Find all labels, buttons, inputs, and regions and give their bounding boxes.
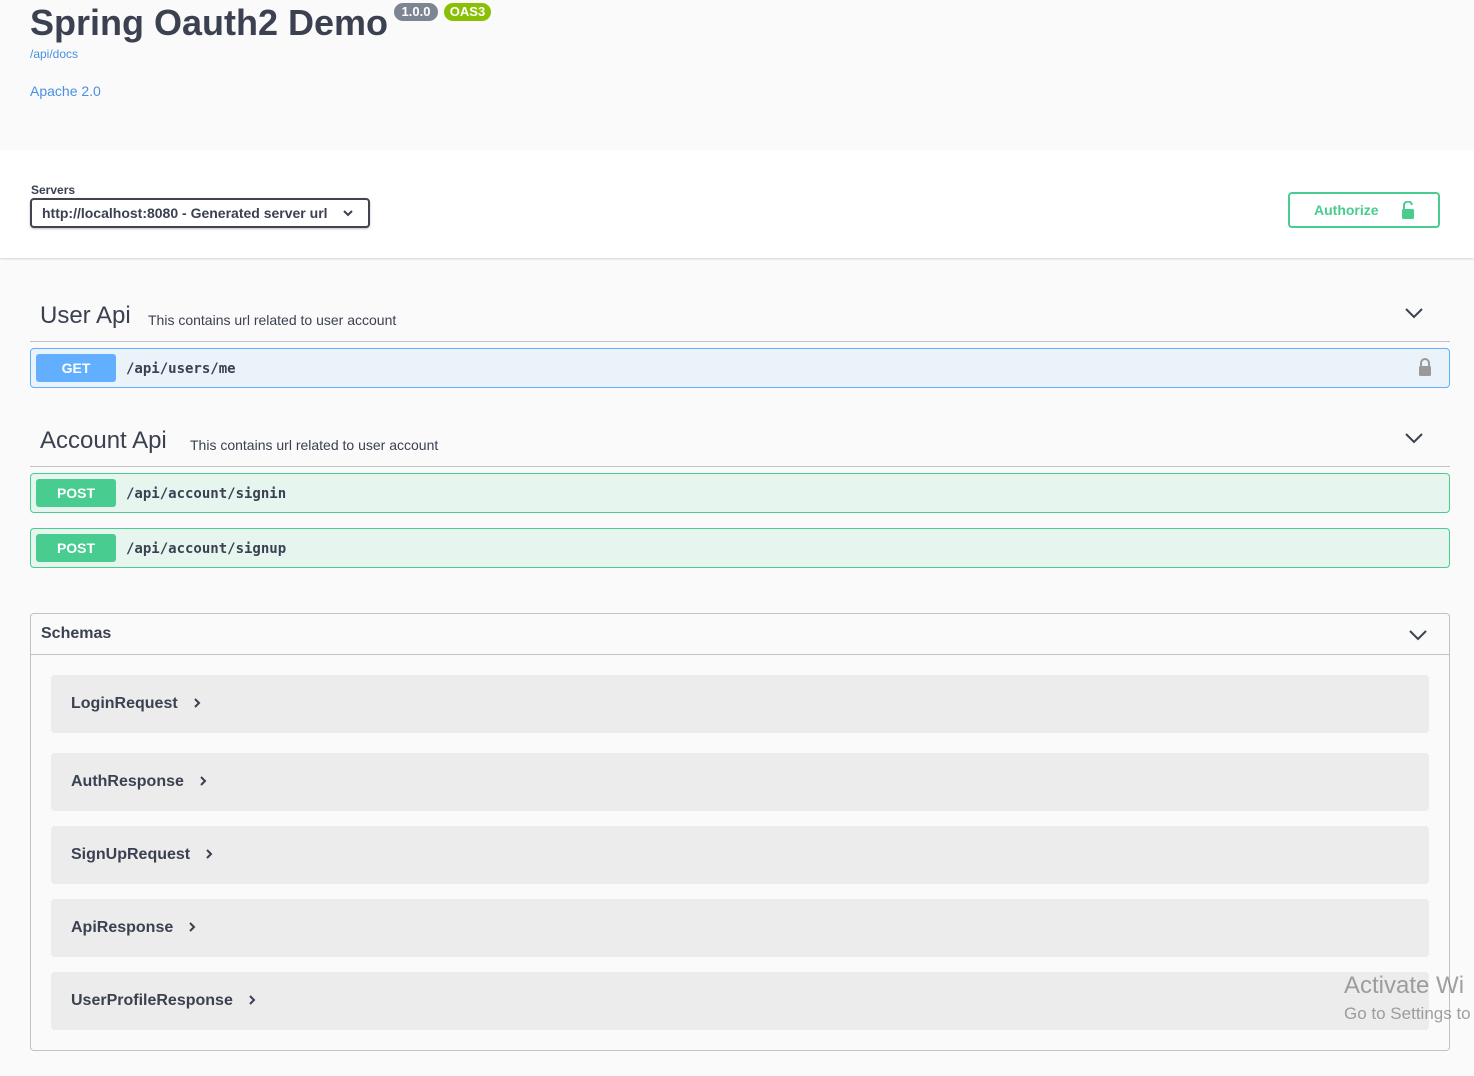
servers-selected-value: http://localhost:8080 - Generated server… bbox=[42, 205, 328, 221]
schema-model-userprofileresponse[interactable]: UserProfileResponse bbox=[51, 972, 1429, 1030]
chevron-down-icon[interactable] bbox=[1404, 431, 1424, 445]
chevron-right-icon bbox=[189, 922, 196, 932]
tag-account-api[interactable]: Account Api This contains url related to… bbox=[30, 413, 1450, 467]
servers-select[interactable]: http://localhost:8080 - Generated server… bbox=[30, 198, 370, 228]
tag-name: Account Api bbox=[40, 427, 167, 454]
info-section: Spring Oauth2 Demo 1.0.0 OAS3 /api/docs … bbox=[0, 0, 1474, 150]
method-badge-post: POST bbox=[36, 479, 116, 507]
method-badge-post: POST bbox=[36, 534, 116, 562]
schemas-title: Schemas bbox=[41, 625, 112, 642]
schema-model-label: AuthResponse bbox=[71, 773, 184, 790]
watermark-line-2: Go to Settings to bbox=[1344, 1004, 1471, 1023]
authorize-label: Authorize bbox=[1314, 202, 1379, 218]
spec-badge: OAS3 bbox=[444, 3, 491, 21]
chevron-right-icon bbox=[249, 995, 256, 1005]
operation-post-account-signup[interactable]: POST /api/account/signup bbox=[30, 528, 1450, 568]
tag-name: User Api bbox=[40, 302, 131, 329]
operation-path: /api/account/signin bbox=[126, 486, 287, 502]
schema-model-signuprequest[interactable]: SignUpRequest bbox=[51, 826, 1429, 884]
schemas-header[interactable]: Schemas bbox=[31, 614, 1449, 655]
operation-path: /api/users/me bbox=[126, 361, 236, 377]
tag-user-api[interactable]: User Api This contains url related to us… bbox=[30, 288, 1450, 342]
authorize-button[interactable]: Authorize bbox=[1288, 192, 1440, 228]
schema-model-label: UserProfileResponse bbox=[71, 992, 233, 1009]
version-badge: 1.0.0 bbox=[394, 3, 438, 21]
chevron-down-icon bbox=[343, 210, 353, 217]
schema-model-name: LoginRequest bbox=[71, 695, 202, 713]
chevron-right-icon bbox=[206, 849, 213, 859]
lock-icon[interactable] bbox=[1418, 358, 1432, 376]
chevron-down-icon[interactable] bbox=[1404, 306, 1424, 320]
schema-model-label: SignUpRequest bbox=[71, 846, 191, 863]
chevron-right-icon bbox=[200, 776, 207, 786]
schema-model-name: ApiResponse bbox=[71, 919, 197, 937]
schema-model-label: LoginRequest bbox=[71, 695, 178, 712]
schema-model-label: ApiResponse bbox=[71, 919, 174, 936]
license-link[interactable]: Apache 2.0 bbox=[30, 83, 101, 99]
api-title: Spring Oauth2 Demo bbox=[30, 2, 389, 43]
schema-model-name: UserProfileResponse bbox=[71, 992, 257, 1010]
tag-description: This contains url related to user accoun… bbox=[148, 312, 397, 328]
chevron-down-icon[interactable] bbox=[1408, 628, 1428, 642]
schemas-section: Schemas LoginRequest AuthResponse SignUp… bbox=[30, 613, 1450, 1051]
operation-post-account-signin[interactable]: POST /api/account/signin bbox=[30, 473, 1450, 513]
windows-activation-watermark: Activate Wi Go to Settings to bbox=[1344, 972, 1471, 1024]
scheme-container: Servers http://localhost:8080 - Generate… bbox=[0, 150, 1474, 258]
schema-model-name: AuthResponse bbox=[71, 773, 208, 791]
operation-get-users-me[interactable]: GET /api/users/me bbox=[30, 348, 1450, 388]
watermark-line-1: Activate Wi bbox=[1344, 972, 1465, 999]
method-badge-get: GET bbox=[36, 354, 116, 382]
schema-model-name: SignUpRequest bbox=[71, 846, 214, 864]
unlock-icon bbox=[1402, 201, 1414, 219]
servers-label: Servers bbox=[31, 183, 76, 197]
chevron-right-icon bbox=[193, 698, 201, 708]
api-docs-link[interactable]: /api/docs bbox=[30, 47, 78, 61]
schema-model-apiresponse[interactable]: ApiResponse bbox=[51, 899, 1429, 957]
tag-description: This contains url related to user accoun… bbox=[190, 437, 439, 453]
schema-model-authresponse[interactable]: AuthResponse bbox=[51, 753, 1429, 811]
schema-model-loginrequest[interactable]: LoginRequest bbox=[51, 675, 1429, 733]
operation-path: /api/account/signup bbox=[126, 541, 287, 557]
